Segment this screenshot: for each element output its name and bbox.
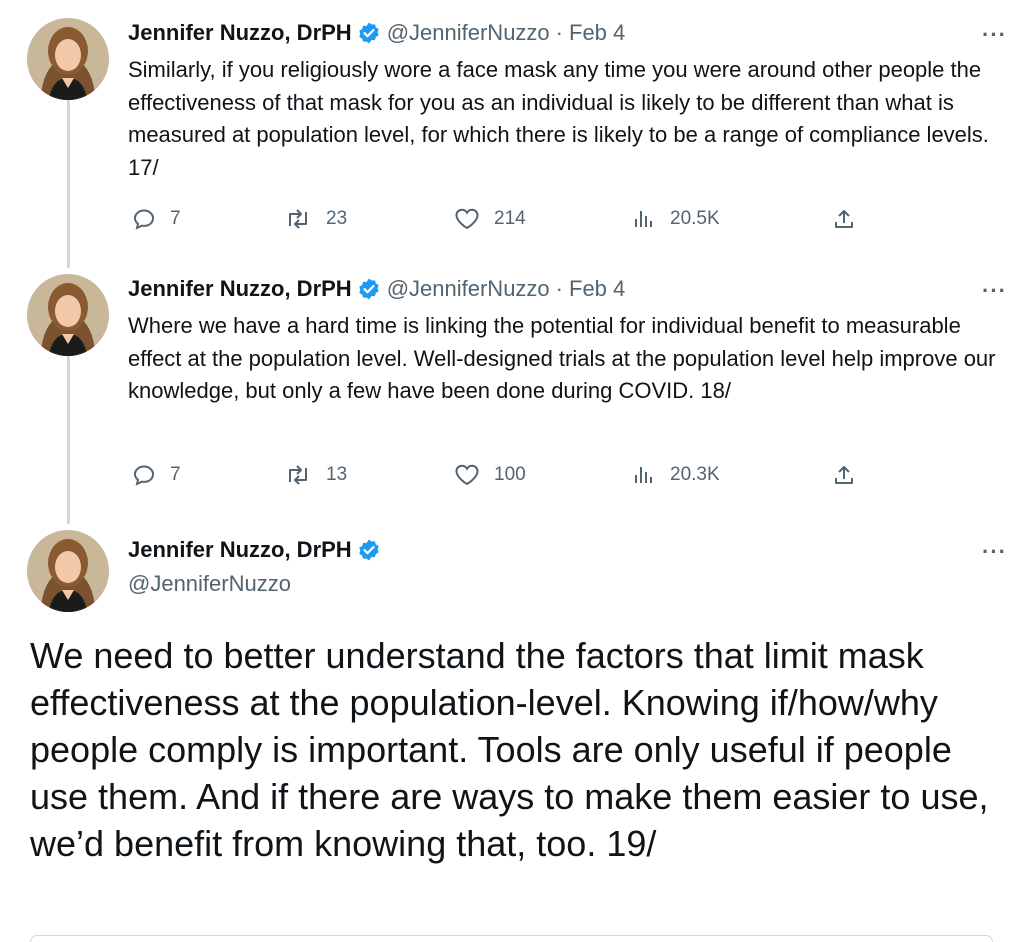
like-button[interactable]: 214 — [454, 207, 526, 231]
views-icon — [635, 211, 652, 227]
share-button[interactable] — [832, 207, 856, 231]
retweet-button[interactable]: 23 — [284, 207, 347, 231]
thread-line — [67, 356, 70, 524]
verified-badge-icon — [359, 22, 379, 44]
tweet-date[interactable]: Feb 4 — [569, 276, 625, 302]
more-icon[interactable]: ··· — [982, 22, 1007, 48]
tweet-text: Similarly, if you religiously wore a fac… — [128, 57, 989, 180]
share-icon — [835, 466, 853, 484]
reply-count: 7 — [170, 464, 181, 485]
retweet-icon — [289, 465, 307, 485]
verified-badge-icon — [359, 278, 379, 300]
action-bar: 7 13 100 20.3K — [128, 463, 868, 493]
author-name[interactable]: Jennifer Nuzzo, DrPH — [128, 20, 352, 46]
views-button[interactable]: 20.5K — [632, 207, 720, 231]
tweet-date[interactable]: Feb 4 — [569, 20, 625, 46]
like-icon — [455, 464, 479, 486]
views-button[interactable]: 20.3K — [632, 463, 720, 487]
avatar[interactable] — [27, 274, 109, 356]
card-edge — [30, 935, 993, 942]
main-tweet-text: We need to better understand the factors… — [30, 635, 989, 864]
tweet-header: Jennifer Nuzzo, DrPH @JenniferNuzzo · Fe… — [128, 20, 625, 46]
reply-icon — [133, 465, 155, 486]
tweet-text: Where we have a hard time is linking the… — [128, 313, 996, 403]
more-icon[interactable]: ··· — [982, 278, 1007, 304]
share-button[interactable] — [832, 463, 856, 487]
author-handle[interactable]: @JenniferNuzzo — [387, 20, 550, 46]
author-handle[interactable]: @JenniferNuzzo — [387, 276, 550, 302]
retweet-button[interactable]: 13 — [284, 463, 347, 487]
tweet-header-handle: @JenniferNuzzo — [128, 571, 291, 597]
tweet-header: Jennifer Nuzzo, DrPH @JenniferNuzzo · Fe… — [128, 276, 625, 302]
verified-badge-icon — [359, 539, 379, 561]
author-handle[interactable]: @JenniferNuzzo — [128, 571, 291, 597]
avatar[interactable] — [27, 530, 109, 612]
reply-count: 7 — [170, 208, 181, 229]
more-icon[interactable]: ··· — [982, 539, 1007, 565]
share-icon — [835, 210, 853, 228]
like-icon — [455, 208, 479, 230]
reply-button[interactable]: 7 — [132, 207, 181, 231]
retweet-icon — [289, 209, 307, 229]
retweet-count: 23 — [326, 208, 348, 229]
separator: · — [555, 276, 563, 301]
like-count: 214 — [494, 208, 526, 229]
tweet-header: Jennifer Nuzzo, DrPH — [128, 537, 387, 563]
reply-button[interactable]: 7 — [132, 463, 181, 487]
like-count: 100 — [494, 464, 526, 485]
views-count: 20.3K — [670, 464, 720, 485]
action-bar: 7 23 214 20.5K — [128, 207, 868, 237]
like-button[interactable]: 100 — [454, 463, 526, 487]
retweet-count: 13 — [326, 464, 348, 485]
reply-icon — [133, 209, 155, 230]
views-icon — [635, 467, 652, 483]
separator: · — [555, 20, 563, 45]
thread-line — [67, 100, 70, 268]
views-count: 20.5K — [670, 208, 720, 229]
author-name[interactable]: Jennifer Nuzzo, DrPH — [128, 276, 352, 302]
avatar[interactable] — [27, 18, 109, 100]
author-name[interactable]: Jennifer Nuzzo, DrPH — [128, 537, 352, 563]
